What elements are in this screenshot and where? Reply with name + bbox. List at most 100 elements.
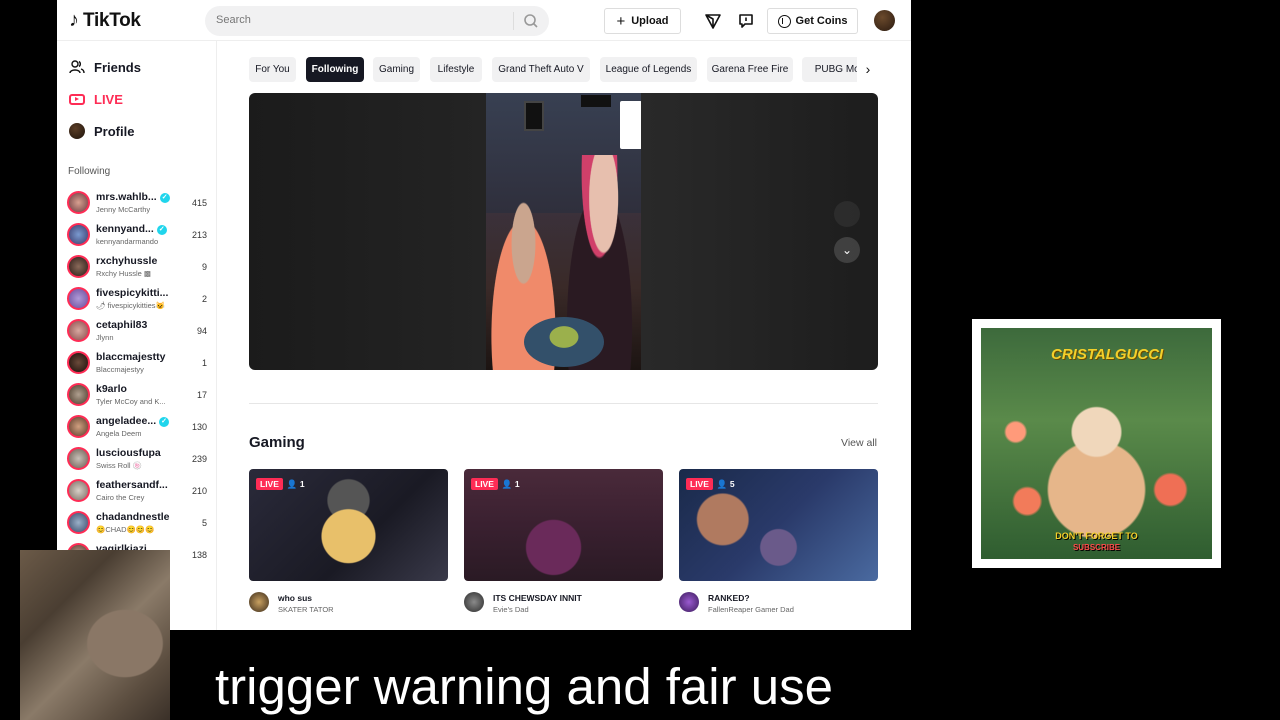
- avatar: [67, 287, 90, 310]
- following-item[interactable]: mrs.wahlb... ✓ Jenny McCarthy 415: [67, 188, 207, 218]
- following-name: k9arlo: [96, 383, 127, 395]
- card-user: Evie's Dad: [493, 605, 529, 614]
- verified-icon: ✓: [156, 225, 167, 235]
- avatar[interactable]: [464, 592, 484, 612]
- viewer-count: 9: [201, 262, 207, 272]
- sidebar-item-label: Friends: [94, 59, 141, 75]
- chevron-right-icon[interactable]: ›: [857, 57, 879, 82]
- view-all-link[interactable]: View all: [841, 437, 877, 449]
- sidebar: Friends LIVE Profile Following mrs.wahlb…: [57, 41, 217, 630]
- card-title: RANKED?: [708, 593, 750, 603]
- avatar: [67, 479, 90, 502]
- following-name: lusciousfupa: [96, 447, 161, 459]
- live-card[interactable]: LIVE 👤 1 ITS CHEWSDAY INNIT Evie's Dad: [464, 469, 663, 619]
- viewer-count: 1: [201, 358, 207, 368]
- viewer-count: 94: [196, 326, 207, 336]
- send-icon[interactable]: [704, 12, 722, 30]
- get-coins-button[interactable]: Get Coins: [767, 8, 858, 34]
- live-badge: LIVE 👤 1: [256, 477, 305, 491]
- viewer-count: 17: [196, 390, 207, 400]
- inbox-icon[interactable]: [737, 12, 755, 30]
- tab-gta-v[interactable]: Grand Theft Auto V: [492, 57, 590, 82]
- upload-button[interactable]: + Upload: [604, 8, 681, 34]
- viewer-count: 239: [191, 454, 207, 464]
- following-item[interactable]: rxchyhussle Rxchy Hussle ▩ 9: [67, 252, 207, 282]
- section-title: Gaming: [249, 434, 305, 451]
- following-item[interactable]: k9arlo Tyler McCoy and K... 17: [67, 380, 207, 410]
- tab-garena-free-fire[interactable]: Garena Free Fire: [707, 57, 793, 82]
- avatar[interactable]: [249, 592, 269, 612]
- search-icon[interactable]: [523, 13, 539, 29]
- following-item[interactable]: chadandnestle 😊CHAD😊😊😊 5: [67, 508, 207, 538]
- chevron-down-icon[interactable]: ⌄: [834, 237, 860, 263]
- following-name: chadandnestle: [96, 511, 170, 523]
- following-name: feathersandf...: [96, 479, 168, 491]
- following-item[interactable]: cetaphil83 Jlynn 94: [67, 316, 207, 346]
- live-label: LIVE: [256, 478, 283, 490]
- following-name: angeladee... ✓: [96, 415, 170, 427]
- tab-lifestyle[interactable]: Lifestyle: [430, 57, 482, 82]
- avatar: [67, 191, 90, 214]
- avatar: [67, 511, 90, 534]
- verified-icon: ✓: [159, 193, 170, 203]
- following-sub: 😊CHAD😊😊😊: [96, 525, 155, 534]
- live-label: LIVE: [471, 478, 498, 490]
- card-title: who sus: [278, 593, 313, 603]
- user-avatar[interactable]: [874, 10, 895, 31]
- following-item[interactable]: angeladee... ✓ Angela Deem 130: [67, 412, 207, 442]
- following-name: blaccmajestty: [96, 351, 166, 363]
- live-card[interactable]: LIVE 👤 1 who sus SKATER TATOR: [249, 469, 448, 619]
- search-divider: [513, 12, 514, 30]
- search-input[interactable]: Search: [216, 14, 251, 26]
- following-item[interactable]: feathersandf... Cairo the Crey 210: [67, 476, 207, 506]
- following-sub: Tyler McCoy and K...: [96, 397, 166, 406]
- tab-gaming[interactable]: Gaming: [373, 57, 420, 82]
- profile-avatar: [69, 123, 85, 139]
- search-bar[interactable]: Search: [205, 6, 549, 36]
- card-user: FallenReaper Gamer Dad: [708, 605, 794, 614]
- sidebar-item-friends[interactable]: Friends: [69, 56, 141, 78]
- live-video-player[interactable]: ⌄: [249, 93, 878, 370]
- following-item[interactable]: fivespicykitti... 🌶 fivespicykitties😺 2: [67, 284, 207, 314]
- divider: [249, 403, 878, 404]
- chevron-up-icon[interactable]: [834, 201, 860, 227]
- following-name: cetaphil83: [96, 319, 148, 331]
- following-sub: 🌶 fivespicykitties😺: [96, 301, 165, 310]
- sidebar-item-live[interactable]: LIVE: [69, 88, 123, 110]
- subscribe-text: SUBSCRIBE: [1072, 543, 1121, 552]
- verified-icon: ✓: [159, 417, 170, 427]
- viewer-count: 2: [201, 294, 207, 304]
- live-badge: LIVE 👤 1: [471, 477, 520, 491]
- avatar: [67, 255, 90, 278]
- avatar: [67, 383, 90, 406]
- following-name: kennyand... ✓: [96, 223, 167, 235]
- tiktok-logo-icon: ♪: [69, 9, 79, 31]
- live-stream-feed: [486, 93, 641, 370]
- channel-logo-overlay: CRISTALGUCCI DON'T FORGET TO SUBSCRIBE: [972, 319, 1221, 568]
- wall-picture: [581, 95, 611, 107]
- following-sub: Swiss Roll 🍥: [96, 461, 143, 470]
- coin-icon: [777, 14, 791, 28]
- following-sub: Blaccmajestyy: [96, 365, 144, 374]
- tab-for-you[interactable]: For You: [249, 57, 296, 82]
- viewer-count: 👤 1: [501, 478, 520, 489]
- following-item[interactable]: kennyand... ✓ kennyandarmando 213: [67, 220, 207, 250]
- cat-artwork: CRISTALGUCCI DON'T FORGET TO SUBSCRIBE: [981, 328, 1212, 559]
- tab-league-of-legends[interactable]: League of Legends: [600, 57, 697, 82]
- tab-following[interactable]: Following: [306, 57, 364, 82]
- following-item[interactable]: blaccmajestty Blaccmajestyy 1: [67, 348, 207, 378]
- following-item[interactable]: lusciousfupa Swiss Roll 🍥 239: [67, 444, 207, 474]
- get-coins-label: Get Coins: [795, 15, 848, 27]
- tiktok-logo[interactable]: ♪ TikTok: [69, 9, 141, 32]
- live-card[interactable]: LIVE 👤 5 RANKED? FallenReaper Gamer Dad: [679, 469, 878, 619]
- sidebar-item-label: LIVE: [94, 91, 123, 107]
- friends-icon: [69, 60, 85, 74]
- top-bar: ♪ TikTok Search + Upload Get Coins: [57, 0, 911, 41]
- sidebar-item-profile[interactable]: Profile: [69, 120, 134, 142]
- avatar[interactable]: [679, 592, 699, 612]
- viewer-count: 415: [191, 198, 207, 208]
- avatar: [67, 415, 90, 438]
- viewer-count: 213: [191, 230, 207, 240]
- viewer-count: 5: [201, 518, 207, 528]
- card-user: SKATER TATOR: [278, 605, 334, 614]
